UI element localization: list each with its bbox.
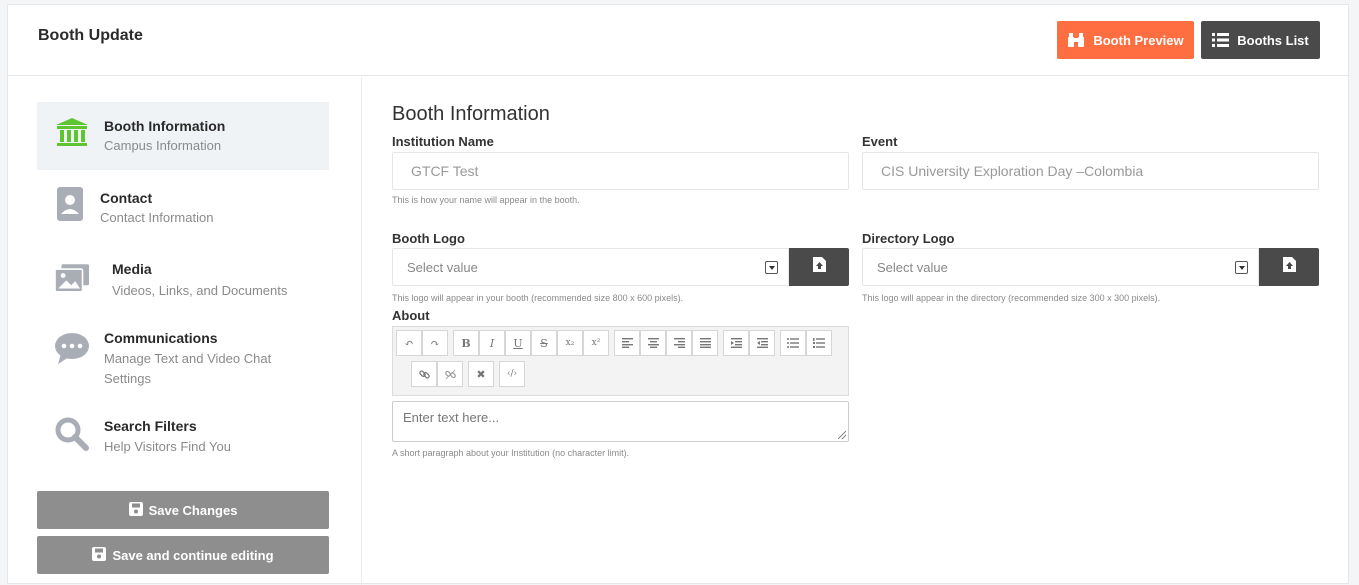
bold-button[interactable]: B — [453, 330, 479, 356]
list-icon — [1212, 33, 1230, 47]
booth-logo-select[interactable]: Select value — [392, 248, 789, 286]
about-textarea[interactable]: Enter text here... — [392, 401, 849, 442]
booth-logo-help: This logo will appear in your booth (rec… — [392, 293, 684, 303]
institution-name-input[interactable]: GTCF Test — [392, 152, 849, 190]
strikethrough-button[interactable]: S — [531, 330, 557, 356]
floppy-disk-icon — [128, 501, 143, 519]
sidebar-item-sublabel: Settings — [104, 371, 151, 386]
section-title: Booth Information — [392, 103, 550, 125]
code-view-button[interactable]: ‹/› — [499, 361, 525, 387]
save-continue-button[interactable]: Save and continue editing — [37, 536, 329, 574]
numbered-list-button[interactable] — [806, 330, 832, 356]
booth-logo-upload-button[interactable] — [789, 248, 849, 286]
directory-logo-help: This logo will appear in the directory (… — [862, 293, 1161, 303]
justify-button[interactable] — [692, 330, 718, 356]
align-center-icon — [647, 338, 659, 348]
booth-preview-label: Booth Preview — [1093, 32, 1184, 48]
booth-logo-placeholder: Select value — [407, 260, 478, 275]
link-icon — [418, 369, 430, 379]
chat-icon — [55, 332, 89, 366]
floppy-disk-icon — [92, 546, 107, 564]
search-icon — [55, 417, 89, 451]
institution-name-help: This is how your name will appear in the… — [392, 195, 580, 205]
sidebar-item-booth-information[interactable]: Booth Information Campus Information — [37, 102, 329, 170]
align-right-button[interactable] — [666, 330, 692, 356]
booths-list-label: Booths List — [1237, 32, 1309, 48]
sidebar-item-sublabel: Contact Information — [100, 210, 214, 225]
sidebar-item-label: Communications — [104, 330, 218, 346]
sidebar-item-communications[interactable]: Communications Manage Text and Video Cha… — [37, 322, 329, 390]
institution-name-label: Institution Name — [392, 134, 494, 149]
institution-icon — [55, 116, 89, 150]
sidebar-item-sublabel: Videos, Links, and Documents — [112, 283, 288, 298]
unlink-button[interactable] — [437, 361, 463, 387]
directory-logo-placeholder: Select value — [877, 260, 948, 275]
bullet-list-icon — [787, 338, 799, 348]
editor-toolbar: ↶ ↷ B I U S x₂ x² ✖ ‹/› — [392, 326, 849, 396]
booth-logo-label: Booth Logo — [392, 231, 465, 246]
binoculars-icon — [1067, 32, 1085, 48]
align-center-button[interactable] — [640, 330, 666, 356]
bullet-list-button[interactable] — [780, 330, 806, 356]
card-header: Booth Update Booth Preview Booths List — [8, 5, 1348, 76]
redo-button[interactable]: ↷ — [422, 330, 448, 356]
sidebar-item-contact[interactable]: Contact Contact Information — [37, 177, 329, 237]
align-right-icon — [673, 338, 685, 348]
resize-handle-icon[interactable] — [838, 431, 846, 439]
sidebar-item-sublabel: Manage Text and Video Chat — [104, 351, 272, 366]
outdent-icon — [730, 338, 742, 348]
contact-card-icon — [53, 187, 87, 221]
undo-button[interactable]: ↶ — [396, 330, 422, 356]
indent-button[interactable] — [749, 330, 775, 356]
justify-icon — [699, 338, 711, 348]
sidebar-item-sublabel: Help Visitors Find You — [104, 439, 231, 454]
sidebar-item-label: Media — [112, 261, 152, 277]
directory-logo-upload-button[interactable] — [1259, 248, 1319, 286]
sidebar-item-search-filters[interactable]: Search Filters Help Visitors Find You — [37, 407, 329, 467]
sidebar-item-label: Booth Information — [104, 118, 226, 134]
sidebar-item-media[interactable]: Media Videos, Links, and Documents — [37, 249, 329, 309]
save-changes-button[interactable]: Save Changes — [37, 491, 329, 529]
about-help: A short paragraph about your Institution… — [392, 448, 630, 458]
unlink-icon — [444, 369, 456, 379]
chevron-down-icon — [1235, 261, 1248, 274]
save-changes-label: Save Changes — [148, 502, 238, 518]
event-label: Event — [862, 134, 898, 149]
directory-logo-label: Directory Logo — [862, 231, 955, 246]
sidebar-item-label: Contact — [100, 190, 153, 206]
sidebar: Booth Information Campus Information Con… — [8, 77, 362, 585]
booth-update-card: Booth Update Booth Preview Booths List B… — [7, 4, 1349, 585]
upload-file-icon — [812, 257, 826, 277]
directory-logo-select[interactable]: Select value — [862, 248, 1259, 286]
superscript-button[interactable]: x² — [583, 330, 609, 356]
subscript-button[interactable]: x₂ — [557, 330, 583, 356]
align-left-icon — [621, 338, 633, 348]
chevron-down-icon — [765, 261, 778, 274]
sidebar-item-label: Search Filters — [104, 418, 197, 434]
about-label: About — [392, 308, 430, 323]
event-input[interactable]: CIS University Exploration Day –Colombia — [862, 152, 1319, 190]
media-icon — [55, 261, 89, 295]
indent-icon — [756, 338, 768, 348]
save-continue-label: Save and continue editing — [112, 547, 274, 563]
italic-button[interactable]: I — [479, 330, 505, 356]
underline-button[interactable]: U — [505, 330, 531, 356]
outdent-button[interactable] — [723, 330, 749, 356]
about-placeholder: Enter text here... — [403, 410, 500, 425]
clear-formatting-button[interactable]: ✖ — [468, 361, 494, 387]
page-title: Booth Update — [38, 27, 143, 44]
numbered-list-icon — [813, 338, 825, 348]
booth-preview-button[interactable]: Booth Preview — [1057, 21, 1194, 59]
booths-list-button[interactable]: Booths List — [1201, 21, 1320, 59]
upload-file-icon — [1282, 257, 1296, 277]
sidebar-item-sublabel: Campus Information — [104, 138, 222, 153]
align-left-button[interactable] — [614, 330, 640, 356]
link-button[interactable] — [411, 361, 437, 387]
